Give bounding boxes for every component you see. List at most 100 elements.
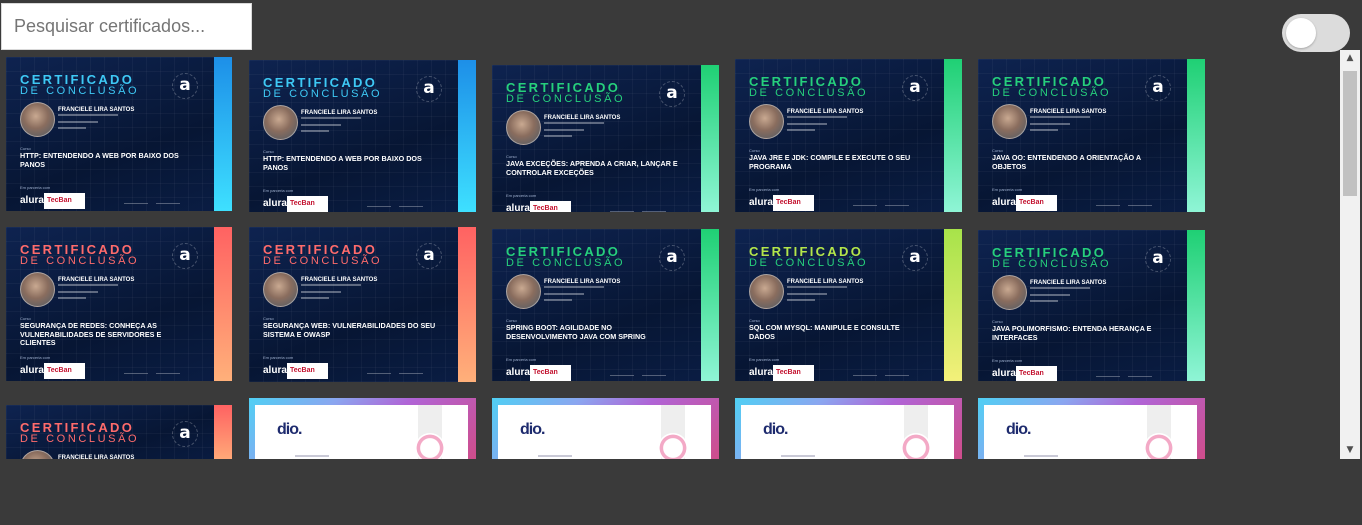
avatar — [506, 110, 541, 145]
text-line — [781, 455, 815, 457]
detail-line — [1030, 287, 1090, 289]
scroll-up-arrow-icon[interactable]: ▲ — [1340, 50, 1360, 67]
certificate-card[interactable]: CERTIFICADO DE CONCLUSÃO a FRANCIELE LIRA S… — [6, 227, 232, 381]
certificate-subheading: DE CONCLUSÃO — [749, 257, 869, 269]
alura-a-logo-icon: a — [416, 76, 442, 102]
dio-logo: dio. — [1006, 421, 1031, 438]
alura-a-logo-icon: a — [172, 73, 198, 99]
certificate-card[interactable]: CERTIFICADO DE CONCLUSÃO a FRANCIELE LIRA S… — [735, 59, 962, 212]
alura-logo: alura — [20, 365, 44, 376]
accent-stripe — [944, 229, 962, 381]
alura-logo: alura — [20, 195, 44, 206]
certificate-subheading: DE CONCLUSÃO — [263, 88, 383, 100]
detail-line — [301, 284, 361, 286]
certificate-subheading: DE CONCLUSÃO — [506, 93, 626, 105]
alura-a-logo-icon: a — [1145, 246, 1171, 272]
certificate-subheading: DE CONCLUSÃO — [992, 87, 1112, 99]
student-name: FRANCIELE LIRA SANTOS — [1030, 109, 1107, 115]
signature — [853, 365, 877, 376]
certificate-card[interactable]: CERTIFICADO DE CONCLUSÃO a FRANCIELE LIRA S… — [492, 65, 719, 212]
signature — [610, 201, 634, 212]
alura-logo: alura — [749, 367, 773, 378]
student-name: FRANCIELE LIRA SANTOS — [787, 109, 864, 115]
certificate-card[interactable]: CERTIFICADO DE CONCLUSÃO a FRANCIELE LIRA S… — [978, 59, 1205, 212]
certificate-card[interactable]: CERTIFICADO DE CONCLUSÃO a FRANCIELE LIRA S… — [6, 405, 232, 459]
detail-line — [1030, 123, 1070, 125]
partner-label: Em parceria com — [749, 357, 780, 362]
signature — [367, 363, 391, 374]
toggle-knob — [1286, 18, 1316, 48]
tecban-logo: TecBan — [530, 201, 571, 212]
avatar — [992, 104, 1027, 139]
student-name: FRANCIELE LIRA SANTOS — [301, 277, 378, 283]
seal-icon — [415, 433, 445, 459]
signature — [1096, 195, 1120, 206]
detail-line — [787, 129, 815, 131]
partner-label: Em parceria com — [20, 185, 51, 190]
detail-line — [787, 293, 827, 295]
seal-icon — [658, 433, 688, 459]
detail-line — [544, 286, 604, 288]
avatar — [263, 105, 298, 140]
certificate-card[interactable]: CERTIFICADO DE CONCLUSÃO a FRANCIELE LIRA S… — [249, 60, 476, 212]
certificate-card[interactable]: dio. — [735, 398, 962, 459]
signature — [367, 196, 391, 207]
detail-line — [301, 297, 329, 299]
certificate-card[interactable]: CERTIFICADO DE CONCLUSÃO a FRANCIELE LIRA S… — [6, 57, 232, 211]
avatar — [749, 104, 784, 139]
certificate-subheading: DE CONCLUSÃO — [263, 255, 383, 267]
accent-stripe — [1187, 230, 1205, 381]
certificate-paper: dio. — [498, 405, 711, 459]
signature — [399, 363, 423, 374]
detail-line — [787, 286, 847, 288]
certificate-card[interactable]: CERTIFICADO DE CONCLUSÃO a FRANCIELE LIRA S… — [735, 229, 962, 381]
detail-line — [544, 135, 572, 137]
partner-label: Em parceria com — [749, 187, 780, 192]
theme-toggle[interactable] — [1282, 14, 1350, 52]
certificate-card[interactable]: CERTIFICADO DE CONCLUSÃO a FRANCIELE LIRA S… — [492, 229, 719, 381]
detail-line — [1030, 116, 1090, 118]
signature — [853, 195, 877, 206]
avatar — [749, 274, 784, 309]
alura-logo: alura — [992, 197, 1016, 208]
scroll-down-arrow-icon[interactable]: ▼ — [1340, 442, 1360, 459]
detail-line — [301, 117, 361, 119]
certificate-subheading: DE CONCLUSÃO — [749, 87, 869, 99]
tecban-logo: TecBan — [44, 363, 85, 379]
alura-logo: alura — [992, 368, 1016, 379]
detail-line — [58, 121, 98, 123]
alura-a-logo-icon: a — [902, 75, 928, 101]
certificate-subheading: DE CONCLUSÃO — [20, 85, 140, 97]
text-line — [295, 455, 329, 457]
student-name: FRANCIELE LIRA SANTOS — [1030, 280, 1107, 286]
course-title: JAVA OO: ENTENDENDO A ORIENTAÇÃO A OBJET… — [992, 153, 1141, 171]
certificate-card[interactable]: CERTIFICADO DE CONCLUSÃO a FRANCIELE LIRA S… — [978, 230, 1205, 381]
search-input[interactable] — [1, 3, 252, 50]
scrollbar-thumb[interactable] — [1343, 71, 1357, 196]
certificate-card[interactable]: dio. — [978, 398, 1205, 459]
tecban-logo: TecBan — [287, 363, 328, 379]
detail-line — [787, 123, 827, 125]
accent-stripe — [701, 229, 719, 381]
scrollbar[interactable]: ▲ ▼ — [1340, 50, 1360, 459]
certificate-card[interactable]: dio. — [492, 398, 719, 459]
certificate-card[interactable]: CERTIFICADO DE CONCLUSÃO a FRANCIELE LIRA S… — [249, 227, 476, 382]
tecban-logo: TecBan — [773, 365, 814, 381]
detail-line — [301, 124, 341, 126]
detail-line — [58, 127, 86, 129]
dio-logo: dio. — [277, 421, 302, 438]
tecban-logo: TecBan — [773, 195, 814, 211]
detail-line — [1030, 300, 1058, 302]
certificate-card[interactable]: dio. — [249, 398, 476, 459]
course-title: HTTP: ENTENDENDO A WEB POR BAIXO DOS PAN… — [263, 154, 422, 172]
signature — [610, 365, 634, 376]
text-line — [1024, 455, 1058, 457]
signature — [1128, 366, 1152, 377]
course-title: HTTP: ENTENDENDO A WEB POR BAIXO DOS PAN… — [20, 151, 179, 169]
signature — [1128, 195, 1152, 206]
alura-a-logo-icon: a — [659, 81, 685, 107]
seal-icon — [1144, 433, 1174, 459]
alura-a-logo-icon: a — [172, 243, 198, 269]
student-name: FRANCIELE LIRA SANTOS — [58, 107, 135, 113]
alura-a-logo-icon: a — [659, 245, 685, 271]
